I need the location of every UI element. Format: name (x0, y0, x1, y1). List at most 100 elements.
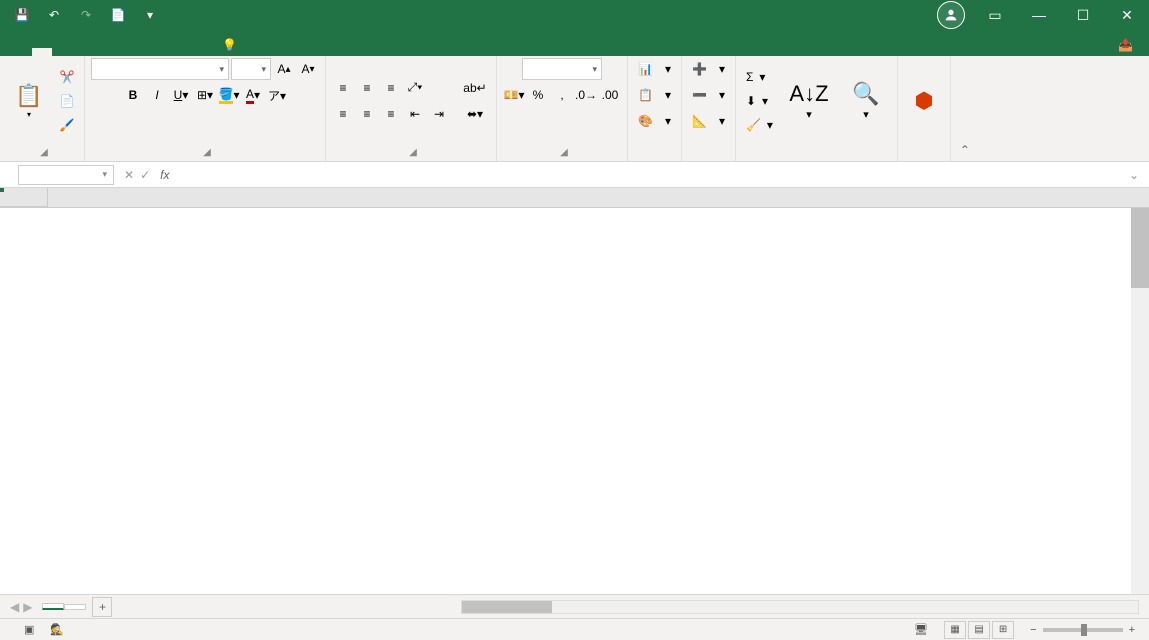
ribbon-options-icon[interactable]: ▭ (973, 0, 1017, 30)
phonetic-button[interactable]: ア▾ (266, 84, 288, 106)
format-cells-button[interactable]: 📐 ▾ (688, 110, 729, 132)
undo-icon[interactable]: ↶ (40, 1, 68, 29)
sheet-tab-bar: ◀ ▶ + (0, 594, 1149, 618)
fill-color-button[interactable]: 🪣▾ (218, 84, 240, 106)
decrease-indent-icon[interactable]: ⇤ (404, 103, 426, 125)
ribbon: 📋 ▾ ✂️ 📄 🖌️ ◢ ▾ ▾ A▴ A▾ B I U▾ (0, 56, 1149, 162)
sort-filter-button[interactable]: A↓Z ▾ (781, 64, 837, 138)
addins-button[interactable]: ⬢ (904, 64, 944, 138)
conditional-formatting-button[interactable]: 📊 ▾ (634, 58, 675, 80)
grid-rows[interactable] (0, 208, 1149, 594)
align-bottom-icon[interactable]: ≡ (380, 77, 402, 99)
decrease-font-icon[interactable]: A▾ (297, 58, 319, 80)
fill-button[interactable]: ⬇▾ (742, 90, 772, 112)
tab-help[interactable] (192, 48, 212, 56)
decrease-decimal-icon[interactable]: .00 (599, 84, 621, 106)
sheet-nav-prev-icon[interactable]: ◀ (10, 600, 19, 614)
accessibility-status[interactable]: 🕵️ (50, 623, 64, 636)
tab-review[interactable] (132, 48, 152, 56)
h-scrollbar-thumb[interactable] (462, 601, 552, 613)
tab-data[interactable] (112, 48, 132, 56)
zoom-slider[interactable] (1043, 628, 1123, 632)
cut-icon[interactable]: ✂️ (56, 66, 78, 88)
increase-indent-icon[interactable]: ⇥ (428, 103, 450, 125)
align-center-icon[interactable]: ≡ (356, 103, 378, 125)
sheet-nav-next-icon[interactable]: ▶ (23, 600, 32, 614)
name-box[interactable]: ▾ (18, 165, 114, 185)
number-format-dropdown[interactable]: ▾ (522, 58, 602, 80)
tell-me[interactable]: 💡 (212, 34, 253, 56)
cancel-formula-icon[interactable]: ✕ (124, 168, 134, 182)
font-launcher[interactable]: ◢ (203, 147, 211, 158)
close-button[interactable]: ✕ (1105, 0, 1149, 30)
autosum-button[interactable]: Σ▾ (742, 66, 769, 88)
align-right-icon[interactable]: ≡ (380, 103, 402, 125)
expand-formula-bar-icon[interactable]: ⌄ (1129, 168, 1149, 182)
percent-icon[interactable]: % (527, 84, 549, 106)
tab-formulas[interactable] (92, 48, 112, 56)
alignment-launcher[interactable]: ◢ (409, 147, 417, 158)
redo-icon[interactable]: ↷ (72, 1, 100, 29)
scrollbar-thumb[interactable] (1131, 208, 1149, 288)
tab-file[interactable] (12, 48, 32, 56)
comma-icon[interactable]: , (551, 84, 573, 106)
orientation-icon[interactable]: ⤢▾ (404, 77, 426, 99)
copy-icon[interactable]: 📄 (56, 90, 78, 112)
clipboard-launcher[interactable]: ◢ (40, 147, 48, 158)
format-as-table-button[interactable]: 📋 ▾ (634, 84, 675, 106)
touch-mode-icon[interactable]: 📄 (104, 1, 132, 29)
align-middle-icon[interactable]: ≡ (356, 77, 378, 99)
find-select-button[interactable]: 🔍 ▾ (841, 64, 891, 138)
bold-button[interactable]: B (122, 84, 144, 106)
insert-cells-button[interactable]: ➕ ▾ (688, 58, 729, 80)
collapse-ribbon-button[interactable]: ⌃ (951, 56, 979, 161)
merge-button[interactable]: ⬌▾ (460, 103, 490, 125)
delete-cells-button[interactable]: ➖ ▾ (688, 84, 729, 106)
tab-developer[interactable] (172, 48, 192, 56)
macro-record-icon[interactable]: ▣ (24, 623, 34, 636)
select-all-corner[interactable] (0, 188, 48, 207)
title-bar: 💾 ↶ ↷ 📄 ▾ ▭ — ☐ ✕ (0, 0, 1149, 30)
sheet-tab-1[interactable] (42, 603, 64, 610)
minimize-button[interactable]: — (1017, 0, 1061, 30)
maximize-button[interactable]: ☐ (1061, 0, 1105, 30)
format-painter-icon[interactable]: 🖌️ (56, 114, 78, 136)
font-name-dropdown[interactable]: ▾ (91, 58, 229, 80)
save-icon[interactable]: 💾 (8, 1, 36, 29)
display-settings-button[interactable]: 🖥 (914, 623, 928, 636)
share-button[interactable]: 📤 (1108, 34, 1143, 56)
normal-view-button[interactable]: ▦ (944, 621, 966, 639)
page-break-view-button[interactable]: ⊞ (992, 621, 1014, 639)
number-launcher[interactable]: ◢ (560, 147, 568, 158)
border-button[interactable]: ⊞▾ (194, 84, 216, 106)
clear-button[interactable]: 🧹▾ (742, 114, 777, 136)
vertical-scrollbar[interactable] (1131, 208, 1149, 594)
tab-home[interactable] (32, 48, 52, 56)
sheet-tab-2[interactable] (64, 604, 86, 610)
enter-formula-icon[interactable]: ✓ (140, 168, 150, 182)
font-color-button[interactable]: A▾ (242, 84, 264, 106)
paste-button[interactable]: 📋 ▾ (6, 64, 52, 138)
tab-view[interactable] (152, 48, 172, 56)
tab-page-layout[interactable] (72, 48, 92, 56)
quick-access-toolbar: 💾 ↶ ↷ 📄 ▾ (0, 1, 164, 29)
font-size-dropdown[interactable]: ▾ (231, 58, 271, 80)
align-top-icon[interactable]: ≡ (332, 77, 354, 99)
align-left-icon[interactable]: ≡ (332, 103, 354, 125)
zoom-in-button[interactable]: + (1129, 624, 1135, 636)
increase-decimal-icon[interactable]: .0→ (575, 84, 597, 106)
currency-icon[interactable]: 💴▾ (503, 84, 525, 106)
underline-button[interactable]: U▾ (170, 84, 192, 106)
page-layout-view-button[interactable]: ▤ (968, 621, 990, 639)
account-avatar-icon[interactable] (937, 1, 965, 29)
wrap-text-button[interactable]: ab↵ (460, 77, 490, 99)
tab-insert[interactable] (52, 48, 72, 56)
italic-button[interactable]: I (146, 84, 168, 106)
zoom-out-button[interactable]: − (1030, 624, 1036, 636)
cell-styles-button[interactable]: 🎨 ▾ (634, 110, 675, 132)
qat-more-icon[interactable]: ▾ (136, 1, 164, 29)
fx-icon[interactable]: fx (160, 168, 179, 182)
horizontal-scrollbar[interactable] (461, 600, 1139, 614)
increase-font-icon[interactable]: A▴ (273, 58, 295, 80)
new-sheet-button[interactable]: + (92, 597, 112, 617)
